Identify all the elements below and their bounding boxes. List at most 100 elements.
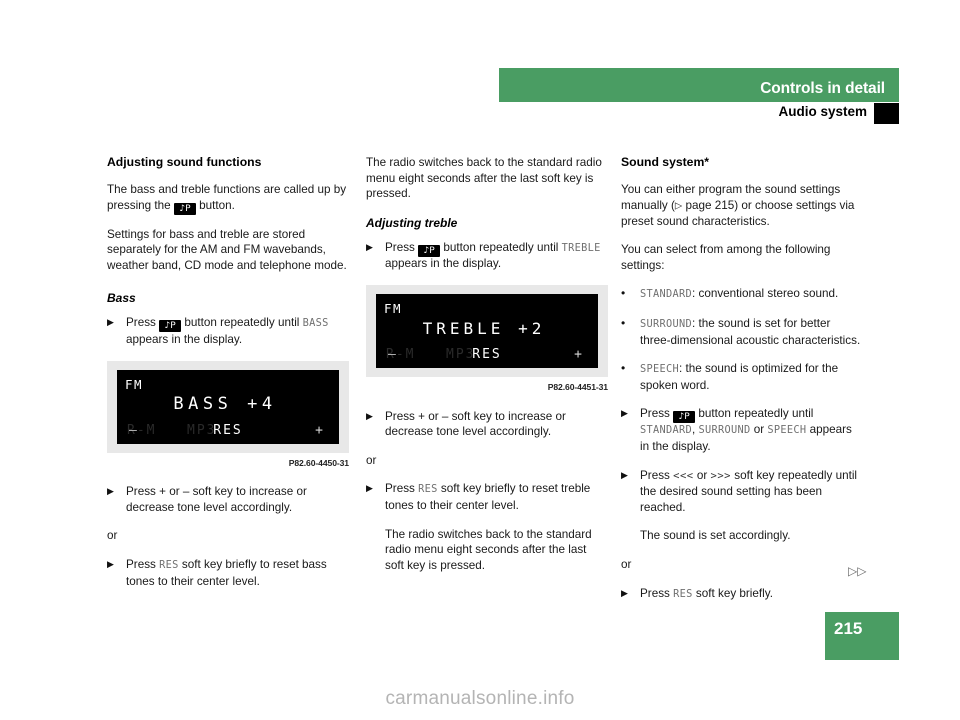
heading-sound-system: Sound system* bbox=[621, 155, 710, 169]
step-treble-press-button: ▶ Press ♪P button repeatedly until TREBL… bbox=[366, 240, 608, 272]
column-one: Adjusting sound functions The bass and t… bbox=[107, 155, 349, 602]
reference-triangle-icon: ▷ bbox=[674, 200, 683, 212]
step-text-after: soft key briefly. bbox=[695, 586, 773, 600]
step-treble-plus-minus: ▶ Press + or – soft key to increase or d… bbox=[366, 409, 608, 440]
step-text-mid: button repeatedly until bbox=[443, 240, 559, 254]
radio-display-frame: FM TREBLE +2 R-M MP3 – RES + bbox=[366, 284, 608, 377]
paragraph-call-up: The bass and treble functions are called… bbox=[107, 182, 349, 215]
softkey-rewind-icon: <<< bbox=[673, 469, 694, 482]
display-term-standard: STANDARD bbox=[640, 288, 692, 301]
figure-bass-display: FM BASS +4 R-M MP3 – RES + P82.60-4450-3… bbox=[107, 360, 349, 472]
display-term-surround: SURROUND bbox=[640, 318, 692, 331]
step-bass-plus-minus-body: Press + or – soft key to increase or dec… bbox=[126, 485, 307, 514]
step-sound-press-button: ▶ Press ♪P button repeatedly until STAND… bbox=[621, 406, 863, 454]
heading-bass: Bass bbox=[107, 291, 136, 306]
step-sound-reset: ▶ Press RES soft key briefly. bbox=[621, 586, 863, 603]
radio-display-screen: FM BASS +4 R-M MP3 – RES + bbox=[117, 369, 339, 444]
figure-caption: P82.60-4451-31 bbox=[547, 381, 608, 392]
sound-button-icon: ♪P bbox=[159, 320, 182, 333]
bullet-icon: • bbox=[621, 361, 626, 376]
display-softkey-res: RES bbox=[213, 422, 243, 438]
heading-adjusting-treble: Adjusting treble bbox=[366, 215, 458, 230]
page-number: 215 bbox=[834, 619, 863, 638]
list-item-text: : conventional stereo sound. bbox=[692, 287, 839, 301]
step-treble-reset-body: Press RES soft key briefly to reset treb… bbox=[385, 481, 608, 513]
display-term-speech: SPEECH bbox=[767, 424, 807, 437]
watermark: carmanualsonline.info bbox=[385, 688, 575, 709]
list-item-body: STANDARD: conventional stereo sound. bbox=[640, 286, 863, 303]
display-softkey-row: R-M MP3 – RES + bbox=[376, 347, 598, 363]
step-arrow-icon: ▶ bbox=[366, 483, 373, 494]
step-arrow-icon: ▶ bbox=[621, 469, 628, 480]
step-text-before: Press bbox=[385, 240, 415, 254]
display-term-res: RES bbox=[673, 587, 693, 600]
display-softkey-minus: – bbox=[388, 346, 398, 362]
or-separator: or bbox=[107, 529, 118, 543]
display-softkey-row: R-M MP3 – RES + bbox=[117, 423, 339, 439]
step-text-after: appears in the display. bbox=[126, 332, 243, 346]
step-treble-reset: ▶ Press RES soft key briefly to reset tr… bbox=[366, 481, 608, 513]
chapter-title: Controls in detail bbox=[760, 80, 885, 97]
section-title: Audio system bbox=[778, 104, 867, 119]
display-band-label: FM bbox=[125, 376, 144, 392]
step-text-before: Press bbox=[126, 316, 156, 330]
step-bass-reset: ▶ Press RES soft key briefly to reset ba… bbox=[107, 557, 349, 589]
chapter-header-bar: Controls in detail bbox=[499, 68, 899, 102]
list-item-body: SURROUND: the sound is set for better th… bbox=[640, 316, 863, 348]
column-three: Sound system* You can either program the… bbox=[621, 155, 863, 615]
display-term-standard: STANDARD bbox=[640, 424, 692, 437]
paragraph-radio-switches-back-1: The radio switches back to the standard … bbox=[366, 156, 602, 201]
step-arrow-icon: ▶ bbox=[621, 587, 628, 598]
display-ghost-mid: MP3 bbox=[446, 347, 476, 363]
step-arrow-icon: ▶ bbox=[107, 317, 114, 328]
display-ghost-mid: MP3 bbox=[187, 422, 217, 438]
paragraph-program-sound-settings: You can either program the sound setting… bbox=[621, 182, 863, 229]
step-bass-reset-body: Press RES soft key briefly to reset bass… bbox=[126, 557, 349, 589]
step-text-or: or bbox=[753, 423, 765, 437]
display-term-res: RES bbox=[159, 558, 179, 571]
display-term-res: RES bbox=[418, 483, 438, 496]
step-text-after: soft key briefly to reset bass tones to … bbox=[126, 557, 327, 588]
corner-tab-marker bbox=[874, 103, 899, 124]
display-main-text: BASS +4 bbox=[173, 393, 277, 414]
paragraph-settings-stored: Settings for bass and treble are stored … bbox=[107, 227, 347, 272]
continuation-marker: ▷▷ bbox=[848, 564, 867, 578]
step-bass-press-button-body: Press ♪P button repeatedly until BASS ap… bbox=[126, 315, 349, 347]
step-arrow-icon: ▶ bbox=[621, 408, 628, 419]
step-text-before: Press bbox=[385, 482, 415, 496]
display-main-text: TREBLE +2 bbox=[422, 318, 546, 338]
paragraph-sound-is-set: The sound is set accordingly. bbox=[640, 529, 791, 543]
sound-button-icon: ♪P bbox=[673, 411, 696, 424]
heading-adjusting-sound-functions: Adjusting sound functions bbox=[107, 155, 262, 169]
step-arrow-icon: ▶ bbox=[366, 241, 373, 252]
paragraph-select-settings: You can select from among the following … bbox=[621, 243, 831, 272]
step-treble-press-button-body: Press ♪P button repeatedly until TREBLE … bbox=[385, 240, 608, 272]
display-softkey-plus: + bbox=[315, 422, 325, 438]
bullet-icon: • bbox=[621, 286, 626, 301]
step-sound-press-button-body: Press ♪P button repeatedly until STANDAR… bbox=[640, 406, 863, 454]
sound-button-icon: ♪P bbox=[173, 202, 196, 215]
radio-display-frame: FM BASS +4 R-M MP3 – RES + bbox=[107, 360, 349, 453]
list-item: • STANDARD: conventional stereo sound. bbox=[621, 286, 863, 303]
bullet-icon: • bbox=[621, 316, 626, 331]
step-text-before: Press bbox=[640, 586, 670, 600]
step-text-mid: button repeatedly until bbox=[184, 316, 300, 330]
page-number-block: 215 bbox=[825, 612, 899, 660]
display-softkey-res: RES bbox=[472, 346, 502, 362]
step-text-after: soft key briefly to reset treble tones t… bbox=[385, 482, 591, 512]
list-item-body: SPEECH: the sound is optimized for the s… bbox=[640, 361, 863, 393]
step-text-before: Press bbox=[640, 407, 670, 421]
step-treble-plus-minus-body: Press + or – soft key to increase or dec… bbox=[385, 409, 566, 439]
page-reference: page 215 bbox=[685, 198, 735, 212]
display-band-label: FM bbox=[384, 300, 403, 316]
display-term-speech: SPEECH bbox=[640, 363, 679, 376]
step-text-or: or bbox=[696, 468, 708, 482]
step-arrow-icon: ▶ bbox=[107, 486, 114, 497]
display-term-bass: BASS bbox=[302, 317, 329, 330]
display-term-surround: SURROUND bbox=[698, 424, 751, 437]
list-item: • SURROUND: the sound is set for better … bbox=[621, 316, 863, 348]
or-separator: or bbox=[621, 558, 632, 571]
step-text-after: appears in the display. bbox=[385, 257, 502, 271]
or-separator: or bbox=[366, 453, 377, 467]
radio-display-screen: FM TREBLE +2 R-M MP3 – RES + bbox=[376, 293, 598, 368]
